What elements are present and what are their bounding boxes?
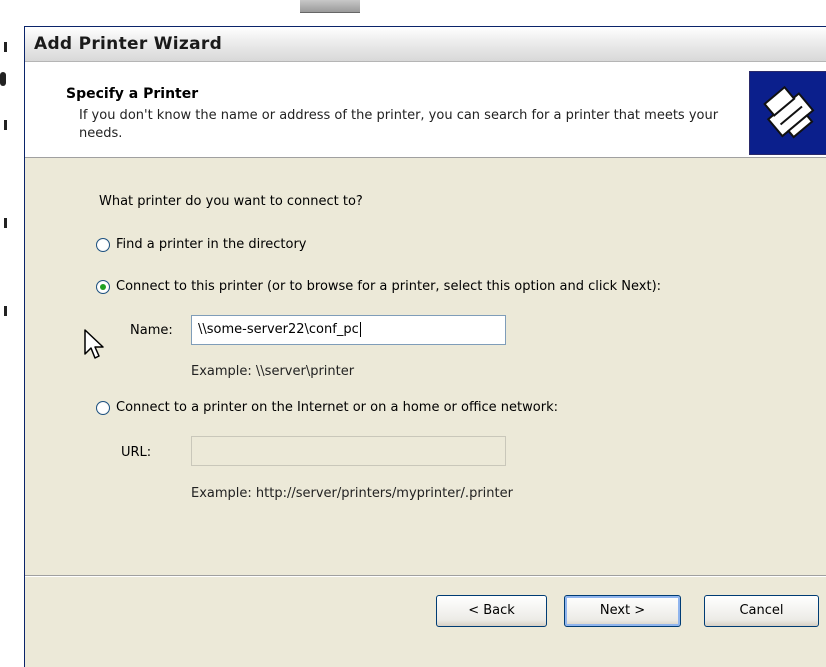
background-window-fragment [300, 0, 360, 13]
desktop-fragment [4, 218, 7, 228]
option-find-directory[interactable]: Find a printer in the directory [96, 237, 307, 252]
name-field-value: \\some-server22\conf_pc [198, 322, 359, 337]
url-label: URL: [121, 445, 152, 460]
desktop-fragment [4, 306, 7, 316]
option-label: Connect to a printer on the Internet or … [116, 400, 558, 415]
desktop-fragment [0, 72, 6, 86]
cancel-button[interactable]: Cancel [704, 595, 819, 627]
name-example: Example: \\server\printer [191, 364, 355, 379]
url-example: Example: http://server/printers/myprinte… [191, 486, 513, 501]
page-description: If you don't know the name or address of… [79, 108, 719, 141]
page-title: Specify a Printer [66, 86, 199, 102]
back-button[interactable]: < Back [436, 595, 547, 627]
url-field[interactable] [191, 436, 506, 466]
next-button[interactable]: Next > [564, 595, 681, 627]
radio-connect-internet[interactable] [96, 400, 110, 415]
desktop-fragment [4, 42, 7, 52]
name-field[interactable]: \\some-server22\conf_pc [191, 315, 506, 345]
wizard-header: Specify a Printer If you don't know the … [25, 62, 826, 158]
add-printer-wizard-window: Add Printer Wizard Specify a Printer If … [24, 26, 826, 667]
question-text: What printer do you want to connect to? [99, 194, 363, 209]
radio-find-directory[interactable] [96, 237, 110, 252]
text-cursor [359, 322, 361, 337]
footer-divider [25, 575, 826, 577]
mouse-pointer-icon [84, 329, 104, 359]
option-connect-internet[interactable]: Connect to a printer on the Internet or … [96, 400, 558, 415]
option-label: Connect to this printer (or to browse fo… [116, 279, 662, 294]
option-connect-to-printer[interactable]: Connect to this printer (or to browse fo… [96, 279, 661, 294]
printer-icon [749, 71, 826, 155]
desktop-fragment [4, 120, 7, 130]
window-title: Add Printer Wizard [25, 27, 826, 62]
radio-connect-to-printer[interactable] [96, 279, 110, 294]
name-label: Name: [130, 323, 173, 338]
option-label: Find a printer in the directory [116, 237, 307, 252]
